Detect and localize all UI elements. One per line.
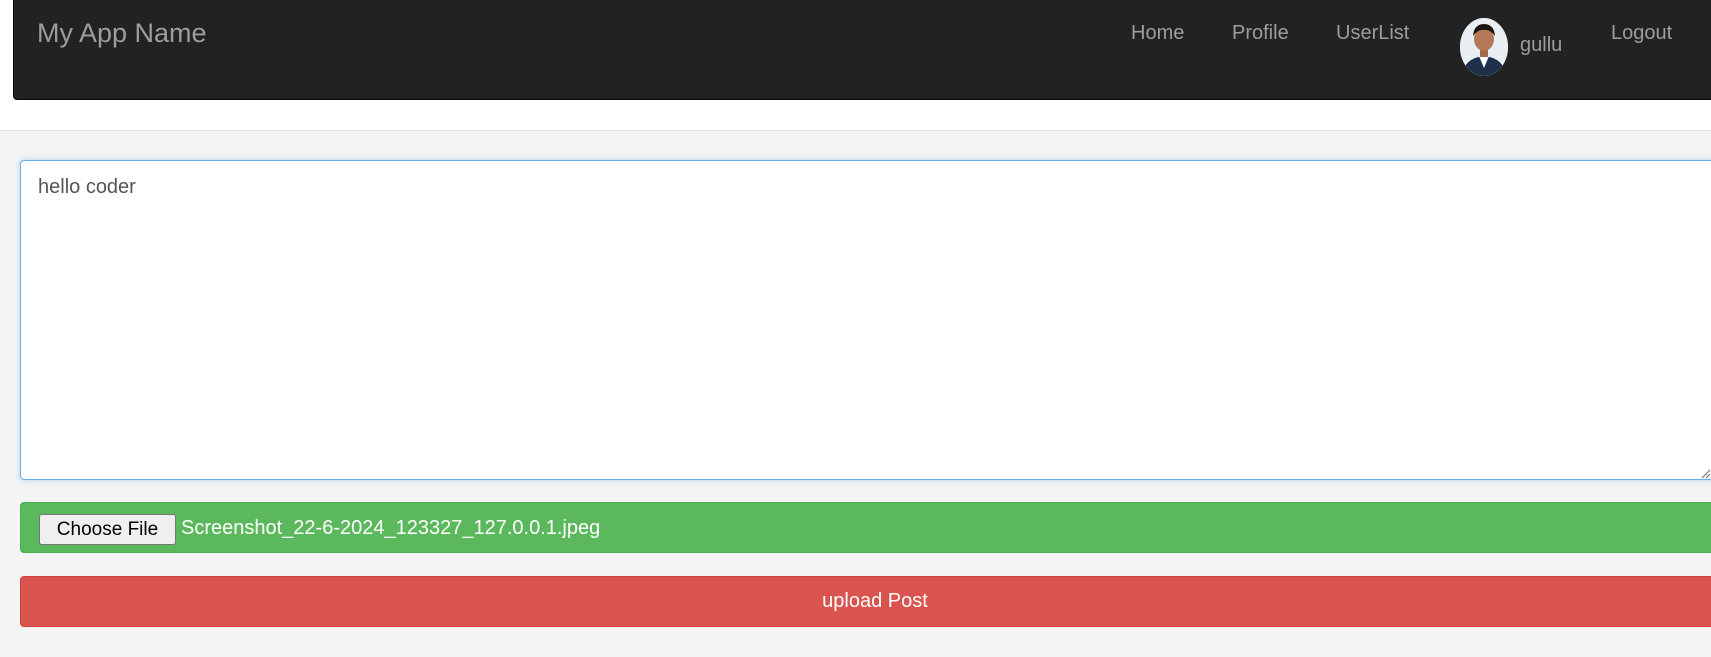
logout-link[interactable]: Logout bbox=[1611, 22, 1672, 45]
upload-post-button[interactable]: upload Post bbox=[20, 576, 1711, 627]
post-textarea[interactable]: hello coder bbox=[20, 160, 1711, 480]
brand-title[interactable]: My App Name bbox=[37, 18, 207, 49]
username-label[interactable]: gullu bbox=[1520, 34, 1562, 57]
choose-file-button[interactable]: Choose File bbox=[39, 514, 176, 545]
navbar: My App Name Home Profile UserList gullu … bbox=[13, 0, 1711, 100]
resize-grip-icon[interactable] bbox=[1700, 466, 1711, 479]
avatar[interactable] bbox=[1460, 18, 1508, 76]
file-input-row[interactable]: Choose File Screenshot_22-6-2024_123327_… bbox=[20, 502, 1711, 553]
selected-file-name: Screenshot_22-6-2024_123327_127.0.0.1.jp… bbox=[181, 517, 601, 539]
nav-link-profile[interactable]: Profile bbox=[1232, 22, 1289, 45]
nav-link-userlist[interactable]: UserList bbox=[1336, 22, 1409, 45]
nav-link-home[interactable]: Home bbox=[1131, 22, 1184, 45]
